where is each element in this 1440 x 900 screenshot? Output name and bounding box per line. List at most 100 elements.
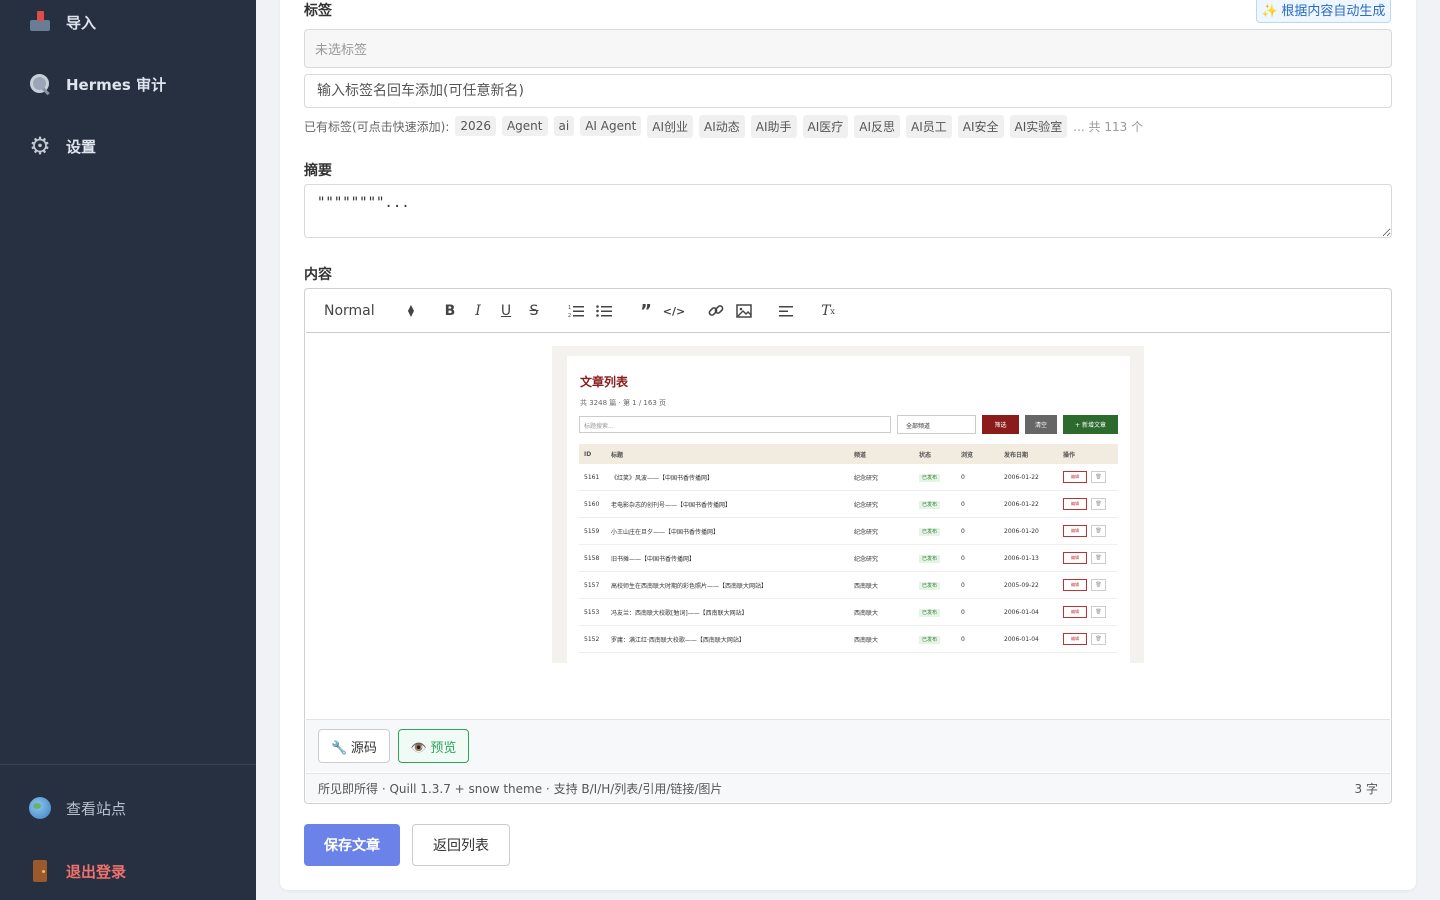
col-header: 发布日期 [1004, 451, 1029, 459]
table-cell: 2006-01-22 [1004, 500, 1039, 508]
table-cell: 高校师生在西南联大时期的彩色照片——【西南联大网站】 [611, 582, 768, 590]
edit-button: 编辑 [1063, 552, 1087, 564]
table-cell: 编辑 🗑 [1063, 579, 1118, 591]
table-cell: 已发布 [919, 500, 961, 509]
table-row: 5158 旧书摊——【中国书香传播网】 纪念研究 已发布 0 2006-01-13 编辑 🗑 [579, 545, 1118, 572]
status-badge: 已发布 [919, 473, 941, 482]
preview-button[interactable]: 👁️ 预览 [398, 729, 469, 763]
ordered-list-icon[interactable]: 12 [562, 299, 590, 323]
embedded-subtitle: 共 3248 篇 · 第 1 / 163 页 [580, 399, 667, 407]
trash-icon: 🗑 [1091, 606, 1106, 618]
gear-icon: ⚙ [29, 132, 51, 160]
embedded-new-button: + 新增文章 [1063, 415, 1118, 434]
embedded-rows: 5161 《红笑》风波——【中国书香传播网】 纪念研究 已发布 0 2006-01-22 编… [579, 464, 1118, 653]
table-cell: 编辑 🗑 [1063, 525, 1118, 537]
header-select[interactable]: Normal ▲ ▼ [324, 303, 414, 319]
bullet-list-icon[interactable] [590, 299, 618, 323]
blockquote-icon[interactable]: ” [632, 299, 660, 323]
edit-button: 编辑 [1063, 498, 1087, 510]
embedded-search: 标题搜索... [579, 416, 891, 433]
status-badge: 已发布 [919, 635, 941, 644]
table-cell: 已发布 [919, 635, 961, 644]
bold-icon[interactable]: B [436, 299, 464, 323]
tag-chip[interactable]: ai [553, 116, 575, 136]
embedded-article-list: 文章列表 共 3248 篇 · 第 1 / 163 页 标题搜索... 全部频道… [567, 356, 1130, 663]
sidebar-item-label: Hermes 审计 [66, 75, 167, 94]
table-cell: 5160 [584, 500, 600, 508]
tag-chip[interactable]: AI助手 [750, 114, 797, 138]
table-cell: 小王山庄在旦夕——【中国书香传播网】 [611, 528, 720, 536]
table-cell: 已发布 [919, 581, 961, 590]
auto-generate-tags-button[interactable]: ✨ 根据内容自动生成 [1256, 0, 1391, 23]
tag-chip[interactable]: AI医疗 [802, 114, 849, 138]
table-cell: 已发布 [919, 527, 961, 536]
tags-more-count: ... 共 113 个 [1073, 119, 1144, 134]
summary-label: 摘要 [304, 163, 332, 179]
summary-textarea[interactable]: """"""""... [304, 184, 1392, 238]
inbox-icon [28, 10, 52, 34]
sidebar-item-view-site[interactable]: 查看站点 [28, 794, 126, 822]
col-header: ID [584, 450, 592, 458]
tag-chip[interactable]: AI动态 [699, 114, 745, 138]
edit-button: 编辑 [1063, 525, 1087, 537]
save-article-button[interactable]: 保存文章 [304, 824, 400, 866]
tag-chip[interactable]: AI反思 [854, 114, 901, 138]
table-cell: 西南联大 [854, 582, 879, 590]
source-button[interactable]: 🔧 源码 [318, 729, 390, 763]
tag-chip[interactable]: AI Agent [580, 116, 642, 136]
sidebar-item-label: 退出登录 [66, 862, 127, 881]
back-to-list-button[interactable]: 返回列表 [412, 824, 510, 866]
table-row: 5153 冯友兰：西南联大校歌[勉词]——【西南联大网站】 西南联大 已发布 0 2006… [579, 599, 1118, 626]
table-cell: 已发布 [919, 608, 961, 617]
header-select-value: Normal [324, 303, 375, 319]
code-icon[interactable]: </> [660, 299, 688, 323]
table-cell: 已发布 [919, 473, 961, 482]
sidebar-divider [0, 764, 256, 765]
edit-button: 编辑 [1063, 633, 1087, 645]
sidebar-item-hermes-audit[interactable]: Hermes 审计 [28, 70, 166, 98]
trash-icon: 🗑 [1091, 498, 1106, 510]
rich-text-editor: Normal ▲ ▼ B I U S 12 ” </> Tx 文章列表 共 32… [304, 288, 1392, 804]
table-row: 5160 老电影杂志的创刊号——【中国书香传播网】 纪念研究 已发布 0 2006-01-… [579, 491, 1118, 518]
table-cell: 5152 [584, 635, 600, 643]
table-cell: 编辑 🗑 [1063, 606, 1118, 618]
status-badge: 已发布 [919, 500, 941, 509]
tag-chip[interactable]: AI员工 [906, 114, 952, 138]
trash-icon: 🗑 [1091, 633, 1106, 645]
tag-input[interactable] [304, 74, 1392, 108]
link-icon[interactable] [702, 299, 730, 323]
tags-label: 标签 [304, 3, 332, 19]
embedded-title: 文章列表 [580, 375, 629, 389]
strike-icon[interactable]: S [520, 299, 548, 323]
tag-chip[interactable]: AI实验室 [1009, 114, 1068, 138]
tag-chip[interactable]: 2026 [455, 116, 496, 136]
edit-button: 编辑 [1063, 606, 1087, 618]
embedded-filter-button: 筛选 [982, 415, 1019, 434]
content-label: 内容 [304, 267, 332, 283]
image-icon[interactable] [730, 299, 758, 323]
table-cell: 西南联大 [854, 636, 879, 644]
table-cell: 已发布 [919, 554, 961, 563]
status-badge: 已发布 [919, 527, 941, 536]
editor-content[interactable]: 文章列表 共 3248 篇 · 第 1 / 163 页 标题搜索... 全部频道… [306, 334, 1390, 719]
sidebar-item-logout[interactable]: 退出登录 [28, 857, 126, 885]
table-cell: 5159 [584, 527, 600, 535]
table-cell: 编辑 🗑 [1063, 552, 1118, 564]
underline-icon[interactable]: U [492, 299, 520, 323]
sidebar-item-settings[interactable]: ⚙ 设置 [28, 132, 96, 160]
tag-chip[interactable]: AI创业 [647, 114, 694, 138]
table-cell: 0 [961, 581, 965, 589]
table-cell: 纪念研究 [854, 555, 879, 563]
status-badge: 已发布 [919, 581, 941, 590]
sidebar-item-import[interactable]: 导入 [28, 8, 96, 36]
italic-icon[interactable]: I [464, 299, 492, 323]
door-icon [28, 859, 52, 883]
clear-format-icon[interactable]: Tx [814, 299, 842, 323]
table-cell: 《红笑》风波——【中国书香传播网】 [611, 474, 714, 482]
tag-chip[interactable]: Agent [501, 116, 548, 136]
tag-chip[interactable]: AI安全 [957, 114, 1004, 138]
sidebar-item-label: 导入 [66, 13, 97, 32]
tag-select[interactable]: 未选标签 [304, 29, 1392, 68]
table-cell: 2006-01-04 [1004, 608, 1039, 616]
align-icon[interactable] [772, 299, 800, 323]
